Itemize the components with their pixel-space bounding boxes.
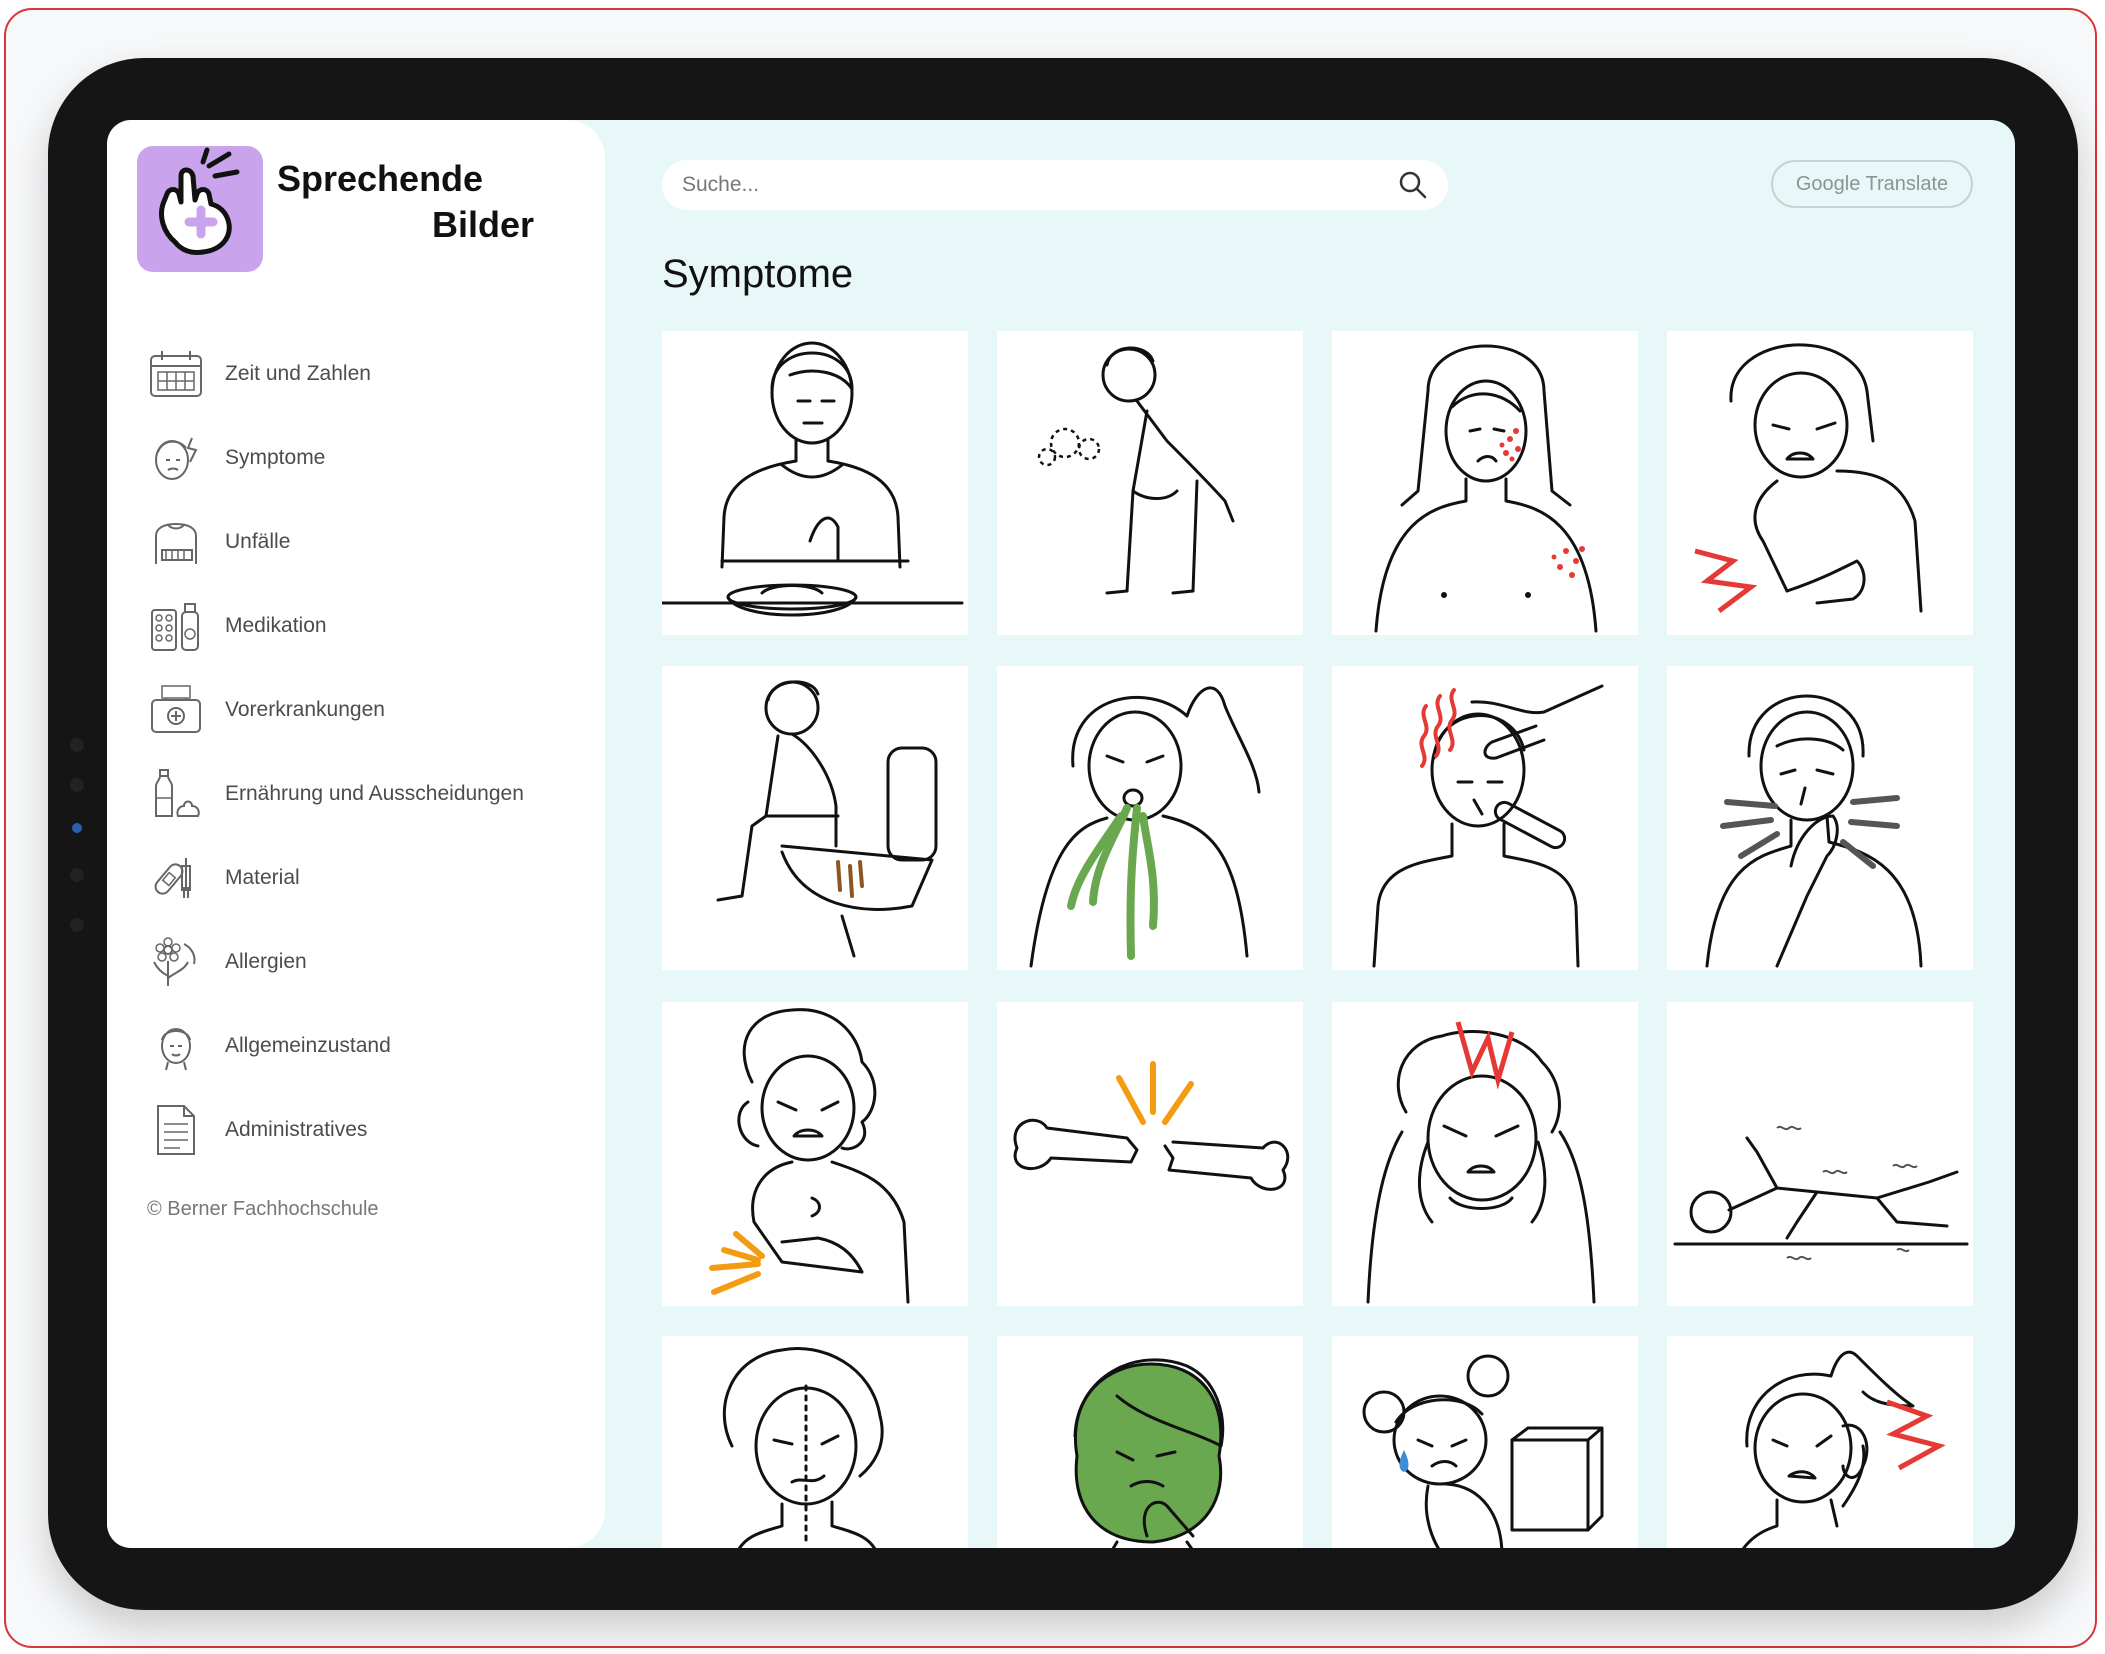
flower-icon — [145, 932, 207, 992]
sidebar-item-label: Allgemeinzustand — [225, 1034, 391, 1057]
broken-bone-icon — [1013, 1061, 1290, 1191]
symptom-card-skin-rash[interactable] — [1332, 331, 1638, 635]
skin-rash-icon — [1374, 344, 1598, 633]
sidebar-item-label: Administratives — [225, 1118, 368, 1141]
symptom-card-cough[interactable] — [1667, 666, 1973, 970]
facial-paralysis-icon — [722, 1347, 884, 1548]
sidebar-item-symptome[interactable]: Symptome — [145, 428, 565, 488]
symptom-card-earache[interactable] — [1667, 1336, 1973, 1548]
sidebar-item-label: Symptome — [225, 446, 326, 469]
search-icon[interactable] — [1388, 160, 1438, 210]
vomiting-icon — [1029, 686, 1261, 968]
symptom-card-loss-of-appetite[interactable] — [662, 331, 968, 635]
seizure-icon — [1673, 1125, 1969, 1261]
sidebar-item-vorerkrankungen[interactable]: Vorerkrankungen — [145, 680, 565, 740]
app-screen: Sprechende Bilder Zeit und Zahlen Sympto… — [107, 120, 2015, 1548]
logo[interactable] — [137, 146, 263, 272]
cough-icon — [1705, 694, 1923, 968]
sidebar-item-label: Zeit und Zahlen — [225, 362, 371, 385]
brand-title-line1: Sprechende — [277, 158, 484, 199]
symptom-card-broken-bone[interactable] — [997, 1002, 1303, 1306]
symptom-card-diarrhea[interactable] — [662, 666, 968, 970]
sidebar-item-label: Allergien — [225, 950, 307, 973]
sidebar-item-unfaelle[interactable]: Unfälle — [145, 512, 565, 572]
copyright-text: © Berner Fachhochschule — [147, 1198, 379, 1220]
fever-icon — [1372, 684, 1604, 968]
symptom-card-headache[interactable] — [1332, 1002, 1638, 1306]
sidebar: Sprechende Bilder Zeit und Zahlen Sympto… — [107, 120, 605, 1548]
medical-case-icon — [145, 680, 207, 740]
crying-child-icon — [1362, 1354, 1604, 1548]
earache-icon — [1742, 1350, 1946, 1548]
arm-sling-icon — [145, 512, 207, 572]
sidebar-item-label: Unfälle — [225, 530, 291, 553]
search-bar — [662, 160, 1448, 210]
symptom-card-seizure[interactable] — [1667, 1002, 1973, 1306]
sidebar-item-zeit-und-zahlen[interactable]: Zeit und Zahlen — [145, 344, 565, 404]
calendar-icon — [145, 344, 207, 404]
document-icon — [145, 1100, 207, 1160]
abdominal-pain-icon — [1694, 343, 1923, 613]
sidebar-item-material[interactable]: Material — [145, 848, 565, 908]
sidebar-item-allergien[interactable]: Allergien — [145, 932, 565, 992]
pills-icon — [145, 596, 207, 656]
symptom-card-crying-child[interactable] — [1332, 1336, 1638, 1548]
sidebar-item-label: Material — [225, 866, 300, 889]
symptom-card-facial-paralysis[interactable] — [662, 1336, 968, 1548]
sidebar-item-allgemeinzustand[interactable]: Allgemeinzustand — [145, 1016, 565, 1076]
sidebar-item-medikation[interactable]: Medikation — [145, 596, 565, 656]
loss-of-appetite-icon — [662, 341, 964, 617]
sick-face-icon — [145, 428, 207, 488]
sidebar-item-label: Ernährung und Ausscheidungen — [225, 782, 524, 805]
symptom-card-nausea[interactable] — [997, 1336, 1303, 1548]
symptom-card-vomiting[interactable] — [997, 666, 1303, 970]
symptom-card-arm-pain[interactable] — [662, 1002, 968, 1306]
search-input[interactable] — [680, 172, 1388, 198]
sidebar-item-label: Medikation — [225, 614, 327, 637]
symptom-card-abdominal-pain[interactable] — [1667, 331, 1973, 635]
headache-icon — [1366, 1021, 1596, 1304]
sidebar-item-label: Vorerkrankungen — [225, 698, 385, 721]
sidebar-item-administratives[interactable]: Administratives — [145, 1100, 565, 1160]
symptom-card-fever[interactable] — [1332, 666, 1638, 970]
nausea-icon — [1073, 1358, 1225, 1548]
breathing-difficulty-icon — [1037, 346, 1235, 595]
sidebar-item-ernaehrung[interactable]: Ernährung und Ausscheidungen — [145, 764, 565, 824]
bottle-icon — [145, 764, 207, 824]
arm-pain-icon — [709, 1008, 910, 1304]
symptom-card-breathing-difficulty[interactable] — [997, 331, 1303, 635]
hand-pointer-icon — [159, 147, 240, 255]
brand-title-line2: Bilder — [432, 204, 535, 245]
bandage-syringe-icon — [145, 848, 207, 908]
person-face-icon — [145, 1016, 207, 1076]
page-title: Symptome — [662, 252, 854, 296]
diarrhea-icon — [716, 680, 938, 958]
google-translate-button[interactable]: Google Translate — [1771, 160, 1973, 208]
